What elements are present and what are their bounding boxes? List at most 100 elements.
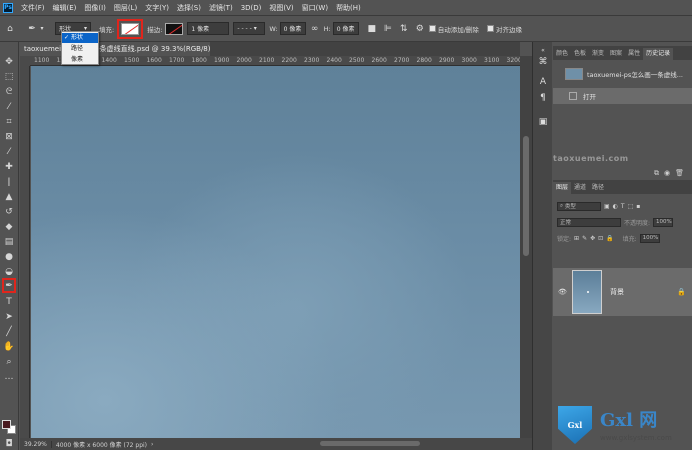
tab-gradients[interactable]: 渐变	[589, 48, 607, 60]
line-tool-icon[interactable]: ╱	[2, 326, 16, 338]
menu-select[interactable]: 选择(S)	[173, 3, 205, 13]
watermark-taoxuemei: taoxuemei.com	[553, 154, 629, 163]
align-edges-checkbox[interactable]	[486, 25, 494, 32]
menu-filter[interactable]: 滤镜(T)	[205, 3, 237, 13]
crop-tool-icon[interactable]: ⌗	[2, 116, 16, 128]
history-step-open[interactable]: 打开	[553, 88, 692, 104]
auto-add-delete-option[interactable]: 自动添加/删除	[428, 24, 479, 34]
vertical-scroll-thumb[interactable]	[523, 136, 529, 256]
dodge-tool-icon[interactable]: ◒	[2, 266, 16, 278]
tab-properties[interactable]: 属性	[625, 48, 643, 60]
menu-help[interactable]: 帮助(H)	[332, 3, 365, 13]
eraser-tool-icon[interactable]: ◆	[2, 221, 16, 233]
link-icon[interactable]: ∞	[310, 24, 320, 34]
filter-type-icon[interactable]: T	[621, 203, 625, 210]
path-operations-icon[interactable]: ■	[367, 24, 377, 34]
frame-tool-icon[interactable]: ⊠	[2, 131, 16, 143]
foreground-color[interactable]	[2, 420, 11, 429]
fill-input[interactable]: 100%	[639, 233, 660, 243]
more-tools-icon[interactable]: …	[2, 371, 16, 383]
clone-stamp-tool-icon[interactable]: ▲	[2, 191, 16, 203]
document-tab[interactable]: taoxuemei-ps怎么画一条虚线直线.psd @ 39.3%(RGB/8)…	[20, 42, 210, 56]
menu-image[interactable]: 图像(I)	[80, 3, 110, 13]
tab-color[interactable]: 颜色	[553, 48, 571, 60]
lock-artboard-icon[interactable]: ⊡	[598, 235, 603, 242]
zoom-level[interactable]: 39.29%	[20, 440, 52, 448]
status-arrow-icon[interactable]: ›	[151, 441, 153, 448]
collapse-panels-icon[interactable]: «	[537, 44, 549, 56]
auto-add-delete-checkbox[interactable]	[428, 25, 436, 32]
trash-icon[interactable]: 🗑	[675, 169, 684, 177]
tab-paths[interactable]: 路径	[589, 182, 607, 194]
menu-3d[interactable]: 3D(D)	[237, 4, 266, 12]
blend-mode-select[interactable]: 正常	[557, 217, 621, 227]
history-brush-tool-icon[interactable]: ↺	[2, 206, 16, 218]
width-input[interactable]: 0 像素	[279, 22, 306, 35]
stroke-width-input[interactable]: 1 像素	[187, 22, 230, 35]
home-icon[interactable]: ⌂	[5, 24, 15, 34]
menu-type[interactable]: 文字(Y)	[141, 3, 173, 13]
pen-tool-preset-icon[interactable]: ✒	[27, 24, 37, 34]
pen-tool-icon[interactable]: ✒	[2, 278, 16, 293]
menu-view[interactable]: 视图(V)	[265, 3, 297, 13]
character-panel-icon[interactable]: A	[537, 76, 549, 88]
filter-smart-icon[interactable]: ▪	[636, 203, 640, 210]
menu-file[interactable]: 文件(F)	[17, 3, 49, 13]
lasso-tool-icon[interactable]: ᘓ	[2, 86, 16, 98]
vertical-scrollbar[interactable]	[520, 56, 532, 438]
mode-option-path[interactable]: 路径	[62, 44, 98, 54]
mode-option-pixel[interactable]: 像素	[62, 55, 98, 65]
zoom-tool-icon[interactable]: ⌕	[2, 356, 16, 368]
brush-tool-icon[interactable]: ǀ	[2, 176, 16, 188]
eye-icon[interactable]: 👁	[558, 288, 568, 296]
stroke-swatch[interactable]	[165, 22, 184, 35]
height-input[interactable]: 0 像素	[332, 22, 359, 35]
stroke-type-select[interactable]: - - - - ▾	[233, 22, 266, 35]
paragraph-panel-icon[interactable]: ¶	[537, 92, 549, 104]
document-canvas[interactable]	[31, 66, 520, 438]
filter-pixel-icon[interactable]: ▣	[604, 203, 610, 210]
tab-layers[interactable]: 图层	[553, 182, 572, 194]
horizontal-scroll-thumb[interactable]	[320, 441, 420, 446]
tab-swatches[interactable]: 色板	[571, 48, 589, 60]
healing-brush-tool-icon[interactable]: ✚	[2, 161, 16, 173]
camera-icon[interactable]: ◉	[664, 169, 670, 177]
quick-select-tool-icon[interactable]: ⁄	[2, 101, 16, 113]
lock-paint-icon[interactable]: ✎	[582, 235, 587, 242]
type-tool-icon[interactable]: T	[2, 296, 16, 308]
path-alignment-icon[interactable]: ⊫	[383, 24, 393, 34]
lock-all-icon[interactable]: 🔒	[606, 235, 613, 242]
opacity-input[interactable]: 100%	[653, 217, 674, 227]
filter-shape-icon[interactable]: ⬚	[628, 203, 634, 210]
move-tool-icon[interactable]: ✥	[2, 56, 16, 68]
marquee-tool-icon[interactable]: ⬚	[2, 71, 16, 83]
layer-row-background[interactable]: 👁 背景 🔒	[553, 268, 692, 316]
eyedropper-tool-icon[interactable]: ⁄	[2, 146, 16, 158]
layer-name[interactable]: 背景	[610, 287, 677, 297]
layer-filter-select[interactable]: ⌕ 类型	[557, 201, 601, 211]
fill-swatch-none[interactable]	[121, 22, 140, 35]
quick-mask-icon[interactable]: ◘	[2, 438, 16, 450]
menu-layer[interactable]: 图层(L)	[110, 3, 141, 13]
mode-option-shape[interactable]: 形状	[62, 33, 98, 43]
tab-history[interactable]: 历史记录	[643, 48, 674, 60]
blur-tool-icon[interactable]: ●	[2, 251, 16, 263]
tab-patterns[interactable]: 图案	[607, 48, 625, 60]
lock-position-icon[interactable]: ✥	[590, 235, 595, 242]
glyphs-panel-icon[interactable]: ▣	[537, 116, 549, 128]
path-selection-tool-icon[interactable]: ➤	[2, 311, 16, 323]
lock-pixels-icon[interactable]: ⊞	[574, 235, 579, 242]
tab-channels[interactable]: 通道	[571, 182, 589, 194]
filter-adjustment-icon[interactable]: ◐	[613, 203, 618, 210]
menu-window[interactable]: 窗口(W)	[298, 3, 332, 13]
align-edges-option[interactable]: 对齐边缘	[486, 24, 522, 34]
hand-tool-icon[interactable]: ✋	[2, 341, 16, 353]
chevron-down-icon[interactable]: ▾	[37, 24, 47, 34]
history-panel-icon[interactable]: ⌘	[537, 56, 549, 68]
path-arrangement-icon[interactable]: ⇅	[399, 24, 409, 34]
new-document-from-state-icon[interactable]: ⧉	[654, 169, 659, 178]
menu-edit[interactable]: 编辑(E)	[49, 3, 81, 13]
gradient-tool-icon[interactable]: ▤	[2, 236, 16, 248]
gear-icon[interactable]: ⚙	[415, 24, 425, 34]
history-snapshot[interactable]: taoxuemei-ps怎么画一条虚线...	[553, 66, 692, 82]
